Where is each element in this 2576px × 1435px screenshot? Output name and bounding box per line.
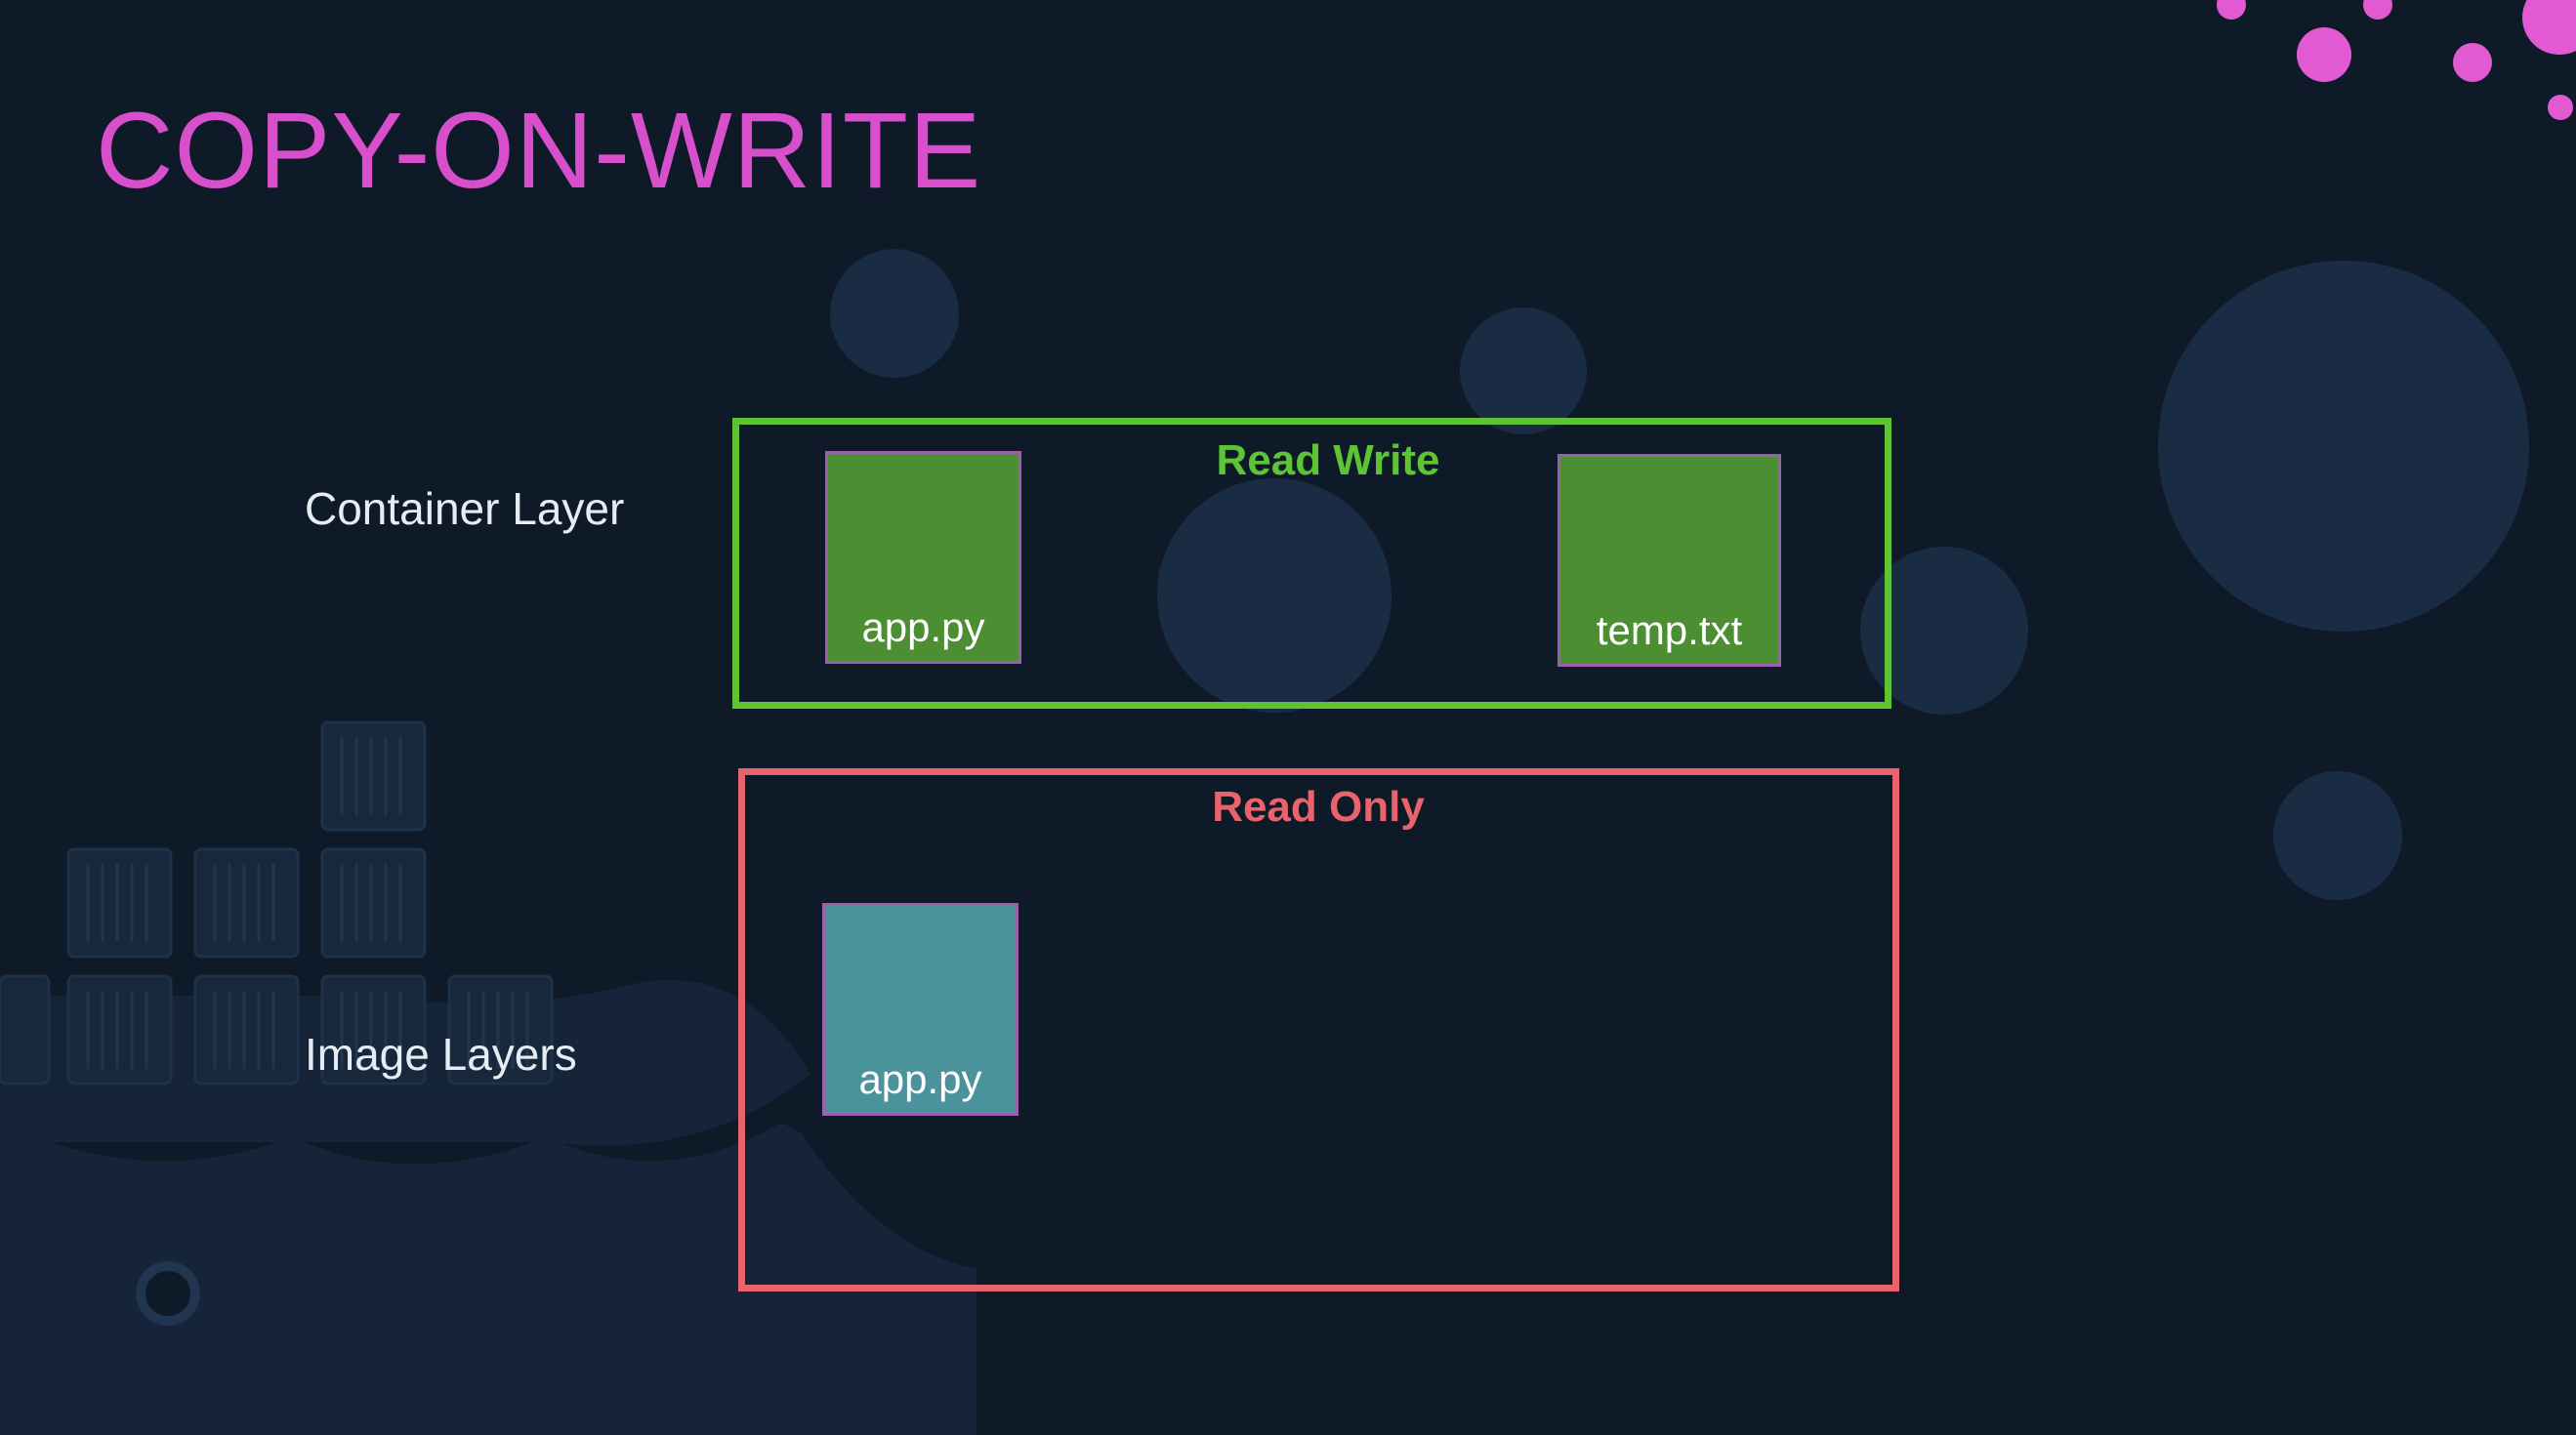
file-temp-txt: temp.txt [1558,454,1781,667]
read-only-label: Read Only [1212,783,1425,831]
container-layer-label: Container Layer [305,483,625,534]
background-bubble [2273,771,2402,900]
background-bubble [2158,261,2529,632]
file-app-py-container: app.py [825,451,1021,664]
image-layers-label: Image Layers [305,1029,577,1080]
read-write-label: Read Write [1216,436,1440,484]
accent-dot [2548,95,2573,120]
background-bubble [830,249,959,378]
accent-dot [2453,43,2492,82]
background-bubble [1460,308,1587,434]
file-app-py-image: app.py [822,903,1018,1116]
slide-title: COPY-ON-WRITE [96,91,982,211]
accent-dot [2297,27,2351,82]
